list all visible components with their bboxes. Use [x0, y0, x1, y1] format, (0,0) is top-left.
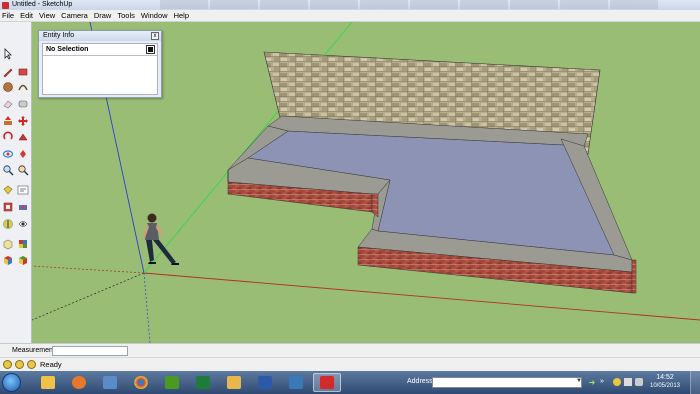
position-camera-tool-icon[interactable] [17, 201, 29, 213]
menu-bar: File Edit View Camera Draw Tools Window … [0, 10, 700, 22]
entity-info-title: Entity Info [43, 32, 75, 39]
measurements-input[interactable] [52, 346, 128, 356]
image-viewer-icon [289, 376, 303, 389]
materials-tool-icon[interactable] [17, 238, 29, 250]
title-bar: Untitled - SketchUp [0, 0, 700, 10]
dreamweaver-icon [165, 376, 179, 389]
tools-toolbar [0, 44, 32, 344]
zoom-tool-icon[interactable] [2, 164, 14, 176]
excel-icon [196, 376, 210, 389]
notch-brick-face [371, 193, 379, 218]
taskbar-app-sketchup[interactable] [313, 373, 341, 392]
sketch-app-icon [103, 376, 117, 389]
move-tool-icon[interactable] [17, 115, 29, 127]
entity-info-panel: Entity Info x No Selection [38, 30, 162, 98]
section-plane-tool-icon[interactable] [2, 218, 14, 230]
taskbar-clock[interactable]: 14:52 10/05/2013 [648, 374, 682, 390]
red-axis-dashed [32, 265, 145, 274]
rotate-tool-icon[interactable] [2, 131, 14, 143]
sketchup-app-icon [2, 1, 9, 9]
green-axis-dashed [32, 272, 145, 321]
windows-taskbar: Address ▼ ➜ » 14:52 10/05/2013 [0, 371, 700, 394]
pencil-tool-icon[interactable] [2, 66, 14, 78]
address-label: Address [407, 378, 433, 385]
geo-location-icon[interactable] [3, 360, 12, 369]
paint-bucket-tool-icon[interactable] [2, 184, 14, 196]
tray-expand-icon[interactable]: » [600, 378, 604, 385]
address-input[interactable] [432, 377, 582, 388]
start-button[interactable] [2, 373, 21, 392]
arc-tool-icon[interactable] [17, 81, 29, 93]
look-around-tool-icon[interactable] [17, 218, 29, 230]
components-tool-icon[interactable] [2, 238, 14, 250]
background-window-tabs [160, 0, 660, 10]
sketchup-icon [320, 376, 334, 389]
measurements-bar: Measurements [0, 343, 700, 357]
tray-notification-icon[interactable] [613, 378, 621, 386]
taskbar-app-folder[interactable] [220, 373, 248, 392]
menu-edit[interactable]: Edit [20, 10, 33, 22]
follow-me-tool-icon[interactable] [17, 131, 29, 143]
walk-tool-icon[interactable] [2, 201, 14, 213]
windows-explorer-icon [41, 376, 55, 389]
taskbar-app-media[interactable] [65, 373, 93, 392]
menu-tools[interactable]: Tools [117, 10, 135, 22]
taskbar-app-dreamweaver[interactable] [158, 373, 186, 392]
eraser-tool-icon[interactable] [2, 98, 14, 110]
taskbar-app-word[interactable] [251, 373, 279, 392]
scale-figure [143, 213, 179, 265]
taskbar-app-excel[interactable] [189, 373, 217, 392]
right-brick-face [631, 259, 637, 294]
window-title: Untitled - SketchUp [12, 1, 73, 8]
push-pull-tool-icon[interactable] [2, 115, 14, 127]
select-tool-icon[interactable] [2, 48, 14, 60]
folder-icon [227, 376, 241, 389]
network-icon[interactable] [624, 378, 632, 386]
material-swatch-icon[interactable] [146, 45, 155, 54]
menu-help[interactable]: Help [174, 10, 189, 22]
volume-icon[interactable] [635, 378, 643, 386]
text-tool-icon[interactable] [17, 184, 29, 196]
rectangle-tool-icon[interactable] [17, 66, 29, 78]
entity-info-body: No Selection [42, 43, 158, 95]
menu-draw[interactable]: Draw [94, 10, 112, 22]
entity-info-titlebar[interactable]: Entity Info x [39, 31, 161, 41]
chrome-icon [134, 376, 148, 389]
taskbar-app-sketch[interactable] [96, 373, 124, 392]
toolbar-header [0, 22, 32, 44]
zoom-extents-tool-icon[interactable] [17, 164, 29, 176]
selection-label: No Selection [43, 44, 157, 56]
taskbar-app-viewer[interactable] [282, 373, 310, 392]
media-player-icon [72, 376, 86, 389]
orbit-tool-icon[interactable] [2, 148, 14, 160]
taskbar-app-chrome[interactable] [127, 373, 155, 392]
get-models-tool-icon[interactable] [2, 254, 14, 266]
blue-axis-dashed [143, 272, 151, 343]
menu-file[interactable]: File [2, 10, 14, 22]
share-model-tool-icon[interactable] [17, 254, 29, 266]
go-arrow-icon[interactable]: ➜ [586, 377, 598, 388]
menu-window[interactable]: Window [141, 10, 168, 22]
show-desktop-button[interactable] [690, 371, 700, 394]
help-icon[interactable] [27, 360, 36, 369]
clock-date: 10/05/2013 [649, 383, 681, 389]
taskbar-app-explorer[interactable] [34, 373, 62, 392]
clock-time: 14:52 [656, 374, 674, 381]
status-text: Ready [40, 360, 62, 369]
word-icon [258, 376, 272, 389]
circle-tool-icon[interactable] [2, 81, 14, 93]
chevron-down-icon[interactable]: ▼ [576, 378, 582, 384]
credits-icon[interactable] [15, 360, 24, 369]
menu-camera[interactable]: Camera [61, 10, 88, 22]
pan-tool-icon[interactable] [17, 148, 29, 160]
tape-measure-tool-icon[interactable] [17, 98, 29, 110]
status-bar: Ready [0, 357, 700, 371]
close-icon[interactable]: x [151, 32, 159, 40]
menu-view[interactable]: View [39, 10, 55, 22]
